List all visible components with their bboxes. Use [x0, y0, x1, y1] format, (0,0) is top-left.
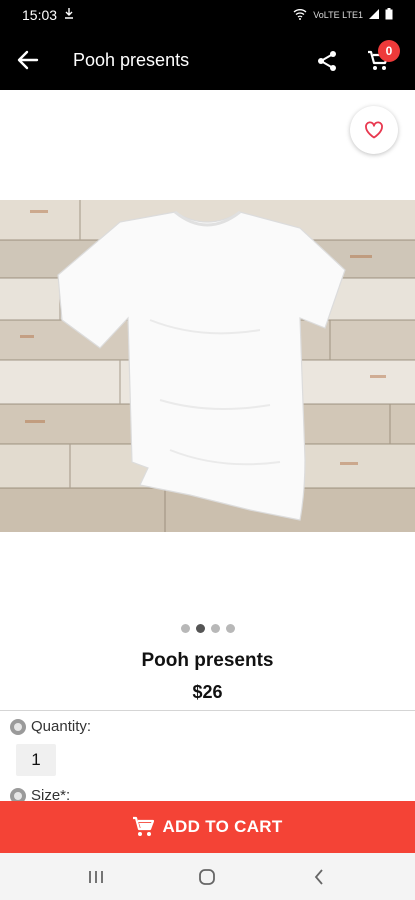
- chevron-left-icon: [314, 868, 323, 885]
- home-icon: [199, 868, 216, 885]
- share-icon: [318, 51, 336, 71]
- system-nav-bar: [0, 853, 415, 900]
- add-to-cart-button[interactable]: ADD TO CART: [0, 801, 415, 853]
- back-arrow-icon: [17, 50, 39, 70]
- recent-apps-button[interactable]: [76, 857, 116, 897]
- status-time: 15:03: [22, 7, 58, 23]
- wifi-icon: [293, 8, 307, 22]
- add-to-cart-label: ADD TO CART: [162, 817, 283, 836]
- quantity-label: Quantity:: [31, 718, 92, 735]
- signal-text: VoLTE LTE1: [313, 10, 363, 20]
- cart-button[interactable]: 0: [358, 40, 400, 78]
- system-back-button[interactable]: [299, 857, 339, 897]
- download-icon: [63, 6, 75, 24]
- carousel-dot[interactable]: [225, 624, 235, 633]
- signal-icon: [369, 9, 379, 21]
- carousel-dot-active[interactable]: [195, 624, 205, 633]
- carousel-dot[interactable]: [210, 624, 220, 633]
- cart-icon: [133, 816, 155, 836]
- battery-icon: [385, 8, 393, 22]
- product-image[interactable]: [0, 200, 415, 532]
- page-title: Pooh presents: [73, 49, 190, 70]
- recent-apps-icon: [88, 870, 103, 883]
- back-button[interactable]: [0, 30, 56, 90]
- app-bar: Pooh presents 0: [0, 30, 415, 90]
- product-price: $26: [192, 682, 223, 702]
- cart-count-badge: 0: [378, 40, 400, 62]
- home-button[interactable]: [187, 857, 227, 897]
- status-bar: 15:03 VoLTE LTE1: [0, 0, 415, 30]
- favorite-button[interactable]: [350, 106, 398, 154]
- quantity-label-row: Quantity:: [10, 718, 91, 735]
- product-name: Pooh presents: [141, 650, 274, 671]
- heart-icon: [365, 121, 383, 139]
- option-bullet-icon: [10, 718, 26, 735]
- carousel-dot[interactable]: [180, 624, 190, 633]
- quantity-input[interactable]: [16, 744, 56, 776]
- share-button[interactable]: [309, 44, 345, 78]
- divider: [0, 710, 415, 711]
- image-carousel-indicator: [0, 624, 415, 633]
